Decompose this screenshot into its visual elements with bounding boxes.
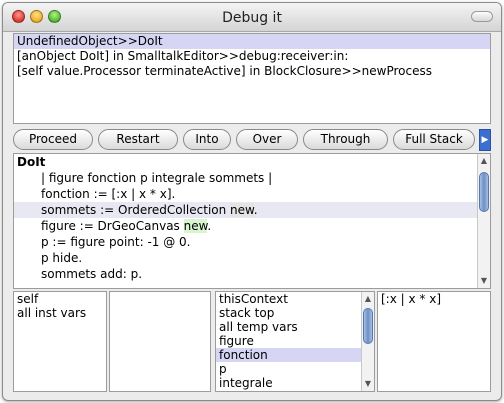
stack-list[interactable]: UndefinedObject>>DoIt [anObject DoIt] in…: [13, 33, 491, 124]
through-button[interactable]: Through: [303, 129, 388, 150]
debugger-button-bar: Proceed Restart Into Over Through Full S…: [13, 129, 491, 151]
full-stack-button[interactable]: Full Stack: [393, 129, 475, 150]
receiver-inspector-list[interactable]: self all inst vars: [13, 291, 107, 392]
context-item[interactable]: thisContext: [216, 292, 374, 306]
context-item-selected[interactable]: fonction: [216, 348, 374, 362]
into-button[interactable]: Into: [183, 129, 231, 150]
code-scrollbar[interactable]: ▲ ▼: [477, 154, 490, 288]
context-item[interactable]: all temp vars: [216, 320, 374, 334]
context-item[interactable]: stack top: [216, 306, 374, 320]
code-text: .: [253, 203, 258, 217]
receiver-inspector-value[interactable]: [109, 291, 211, 392]
inspector-item[interactable]: self: [14, 292, 106, 306]
code-line: sommets add: p.: [41, 267, 143, 281]
title-bar[interactable]: Debug it: [3, 3, 501, 32]
scroll-up-icon[interactable]: ▲: [362, 293, 374, 305]
context-value-text: [:x | x * x]: [381, 292, 442, 306]
proceed-button[interactable]: Proceed: [13, 129, 93, 150]
code-pane[interactable]: DoIt | figure fonction p integrale somme…: [13, 153, 491, 289]
inspector-item[interactable]: all inst vars: [14, 306, 106, 320]
code-line: p := figure point: -1 @ 0.: [41, 235, 191, 249]
stack-frame-item[interactable]: [self value.Processor terminateActive] i…: [14, 64, 490, 79]
over-button[interactable]: Over: [236, 129, 298, 150]
code-line: p hide.: [41, 251, 83, 265]
window-title: Debug it: [222, 10, 282, 26]
context-item[interactable]: p: [216, 362, 374, 376]
context-inspector-value[interactable]: [:x | x * x]: [377, 291, 491, 392]
code-new-token: new: [230, 203, 254, 217]
code-line-current: sommets := OrderedCollection new.: [14, 202, 490, 218]
scroll-down-icon[interactable]: ▼: [478, 275, 490, 287]
code-text: sommets := OrderedCollection: [41, 203, 231, 217]
method-name: DoIt: [17, 155, 46, 169]
code-line: figure := DrGeoCanvas new.: [14, 218, 490, 234]
code-line: fonction := [:x | x * x].: [41, 187, 176, 201]
context-item[interactable]: figure: [216, 334, 374, 348]
code-text: .: [207, 219, 212, 233]
stack-frame-item[interactable]: UndefinedObject>>DoIt: [14, 34, 490, 49]
scroll-thumb[interactable]: [479, 172, 489, 212]
stack-frame-item[interactable]: [anObject DoIt] in SmalltalkEditor>>debu…: [14, 49, 490, 64]
context-item[interactable]: integrale: [216, 376, 374, 390]
code-new-token-highlight: new: [183, 219, 208, 233]
scroll-down-icon[interactable]: ▼: [362, 378, 374, 390]
debugger-window: Debug it UndefinedObject>>DoIt [anObject…: [2, 2, 502, 401]
restart-button[interactable]: Restart: [98, 129, 178, 150]
context-inspector-list[interactable]: thisContext stack top all temp vars figu…: [215, 291, 375, 392]
collapse-toolbar-button[interactable]: [471, 11, 493, 22]
scroll-up-icon[interactable]: ▲: [478, 155, 490, 167]
code-line: | figure fonction p integrale sommets |: [41, 171, 273, 185]
context-scrollbar[interactable]: ▲ ▼: [361, 292, 374, 391]
scroll-thumb[interactable]: [363, 308, 373, 344]
menu-arrow-icon[interactable]: ▶: [479, 129, 491, 151]
code-text: figure := DrGeoCanvas: [41, 219, 184, 233]
